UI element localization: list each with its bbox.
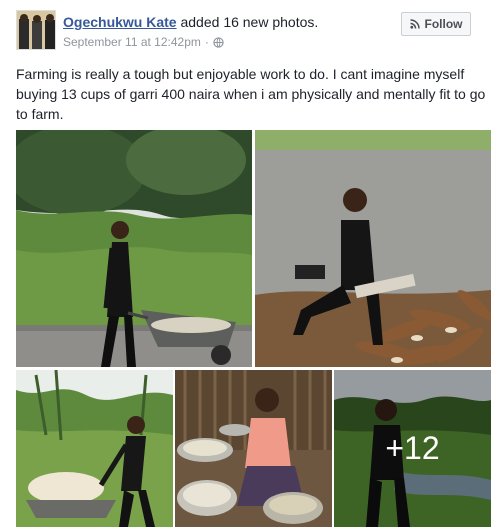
- rss-icon: [409, 19, 420, 29]
- post-card: Ogechukwu Kate added 16 new photos. Sept…: [0, 0, 500, 530]
- globe-icon[interactable]: [213, 36, 224, 48]
- photo-3[interactable]: [16, 370, 173, 527]
- post-header: Ogechukwu Kate added 16 new photos.: [63, 14, 318, 30]
- photo-1[interactable]: [16, 130, 252, 367]
- meta-separator: ·: [204, 35, 209, 49]
- photo-5-more[interactable]: +12: [334, 370, 491, 527]
- follow-label: Follow: [424, 17, 463, 31]
- more-photos-label: +12: [385, 430, 440, 466]
- photo-2[interactable]: [255, 130, 491, 367]
- period-text: .: [314, 14, 319, 30]
- timestamp-link[interactable]: September 11 at 12:42pm: [63, 35, 201, 49]
- more-photos-overlay[interactable]: +12: [334, 370, 491, 527]
- avatar[interactable]: [16, 10, 56, 50]
- action-text: added: [176, 14, 224, 30]
- author-link[interactable]: Ogechukwu Kate: [63, 14, 177, 30]
- photo-4[interactable]: [175, 370, 332, 527]
- post-text: Farming is really a tough but enjoyable …: [16, 66, 486, 122]
- photo-count-link[interactable]: 16 new photos: [223, 14, 314, 30]
- follow-button[interactable]: Follow: [401, 12, 471, 36]
- post-meta: September 11 at 12:42pm ·: [63, 35, 224, 49]
